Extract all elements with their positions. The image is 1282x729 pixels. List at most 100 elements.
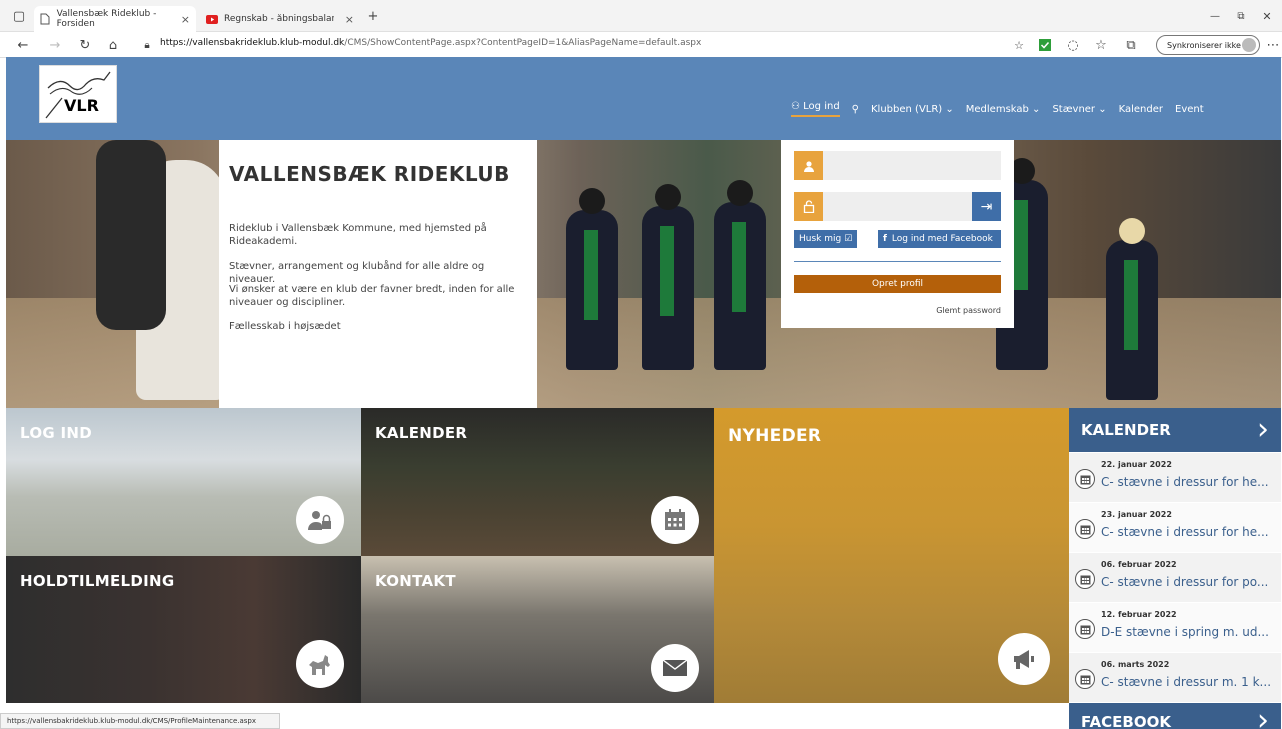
remember-me-button[interactable]: Husk mig ☑ [794, 230, 858, 248]
tab-vallensbaek[interactable]: Vallensbæk Rideklub - Forsiden × [34, 6, 196, 32]
user-icon: ⚇ [791, 101, 804, 112]
restore-icon[interactable]: ⧉ [1232, 7, 1250, 25]
nav-klubben[interactable]: Klubben (VLR) ⌄ [871, 104, 954, 115]
checkbox-icon: ☑ [844, 234, 853, 244]
tile-login[interactable]: LOG IND [6, 408, 361, 556]
youtube-icon [206, 13, 218, 25]
envelope-icon [651, 644, 699, 692]
calendar-event-item[interactable]: 06. marts 2022 C- stævne i dressur m. 1 … [1069, 653, 1281, 703]
intro-panel: VALLENSBÆK RIDEKLUB Rideklub i Vallensbæ… [219, 140, 537, 408]
extension-icon[interactable] [1036, 36, 1054, 54]
calendar-icon [1075, 569, 1095, 589]
rider-child [714, 180, 766, 370]
calendar-event-item[interactable]: 22. januar 2022 C- stævne i dressur for … [1069, 453, 1281, 503]
lock-icon[interactable]: 🔒︎ [138, 36, 156, 54]
address-bar: ← → ↻ ⌂ 🔒︎ https://vallensbakrideklub.kl… [0, 32, 1282, 58]
tile-title: KONTAKT [375, 572, 456, 590]
event-title[interactable]: C- stævne i dressur for he... [1101, 475, 1276, 489]
url-host: https://vallensbakrideklub.klub-modul.dk [160, 38, 345, 48]
calendar-event-item[interactable]: 06. februar 2022 C- stævne i dressur for… [1069, 553, 1281, 603]
nav-staevner[interactable]: Stævner ⌄ [1052, 104, 1106, 115]
rider-figure [96, 140, 166, 330]
calendar-event-item[interactable]: 23. januar 2022 C- stævne i dressur for … [1069, 503, 1281, 553]
event-date: 22. januar 2022 [1101, 460, 1172, 469]
home-icon[interactable]: ⌂ [104, 36, 122, 54]
user-lock-icon [296, 496, 344, 544]
event-date: 06. marts 2022 [1101, 660, 1170, 669]
logo-text: VLR [64, 96, 99, 115]
facebook-icon: f [883, 234, 887, 244]
intro-paragraph: Rideklub i Vallensbæk Kommune, med hjems… [229, 223, 487, 247]
search-icon[interactable]: ⚲ [852, 104, 859, 115]
tile-title: NYHEDER [728, 426, 822, 446]
close-icon[interactable]: × [181, 13, 190, 26]
url-field[interactable]: https://vallensbakrideklub.klub-modul.dk… [160, 38, 701, 48]
nav-login[interactable]: ⚇ Log ind [791, 101, 840, 117]
megaphone-icon [998, 633, 1050, 685]
collections-icon[interactable]: ⧉ [1122, 36, 1140, 54]
new-tab-button[interactable]: + [364, 7, 382, 25]
calendar-icon [1075, 519, 1095, 539]
window-close-icon[interactable]: ✕ [1258, 7, 1276, 25]
status-bar-url: https://vallensbakrideklub.klub-modul.dk… [0, 713, 280, 729]
favorites-icon[interactable]: ☆ [1092, 36, 1110, 54]
rider-child [1106, 218, 1158, 400]
chevron-right-icon[interactable]: › [1257, 412, 1269, 447]
site-logo[interactable]: VLR [39, 65, 117, 123]
site-title: VALLENSBÆK RIDEKLUB [229, 162, 510, 186]
circle-extension-icon[interactable]: ◌ [1064, 36, 1082, 54]
chevron-right-icon[interactable]: › [1257, 703, 1269, 729]
rider-child [566, 188, 618, 370]
calendar-icon [1075, 669, 1095, 689]
sync-button[interactable]: Synkroniserer ikke [1156, 35, 1260, 55]
nav-medlemskab[interactable]: Medlemskab ⌄ [966, 104, 1041, 115]
tile-title: HOLDTILMELDING [20, 572, 175, 590]
tile-nyheder[interactable]: NYHEDER [714, 408, 1069, 703]
facebook-login-button[interactable]: f Log ind med Facebook [878, 230, 1001, 248]
intro-paragraph: Fællesskab i højsædet [229, 321, 341, 332]
rider-child [642, 184, 694, 370]
tile-kontakt[interactable]: KONTAKT [361, 556, 714, 703]
event-title[interactable]: C- stævne i dressur for po... [1101, 575, 1276, 589]
calendar-icon [1075, 619, 1095, 639]
forgot-password-link[interactable]: Glemt password [936, 306, 1001, 315]
tab-label: Vallensbæk Rideklub - Forsiden [56, 9, 157, 29]
tile-holdtilmelding[interactable]: HOLDTILMELDING [6, 556, 361, 703]
close-icon[interactable]: × [345, 13, 354, 26]
lock-icon [794, 192, 823, 221]
event-title[interactable]: C- stævne i dressur m. 1 k... [1101, 675, 1276, 689]
tile-title: LOG IND [20, 424, 92, 442]
nav-event[interactable]: Event [1175, 104, 1204, 115]
event-title[interactable]: D-E stævne i spring m. ud... [1101, 625, 1276, 639]
refresh-icon[interactable]: ↻ [76, 36, 94, 54]
read-aloud-icon[interactable]: ☆ [1010, 36, 1028, 54]
minimize-icon[interactable]: — [1206, 7, 1224, 25]
tab-label: Regnskab - åbningsbalance - Yo [224, 14, 334, 24]
user-icon [794, 151, 823, 180]
sidebar-calendar-title: KALENDER [1081, 421, 1171, 439]
horse-logo-icon [45, 71, 111, 119]
tile-title: KALENDER [375, 424, 468, 442]
username-field[interactable] [794, 151, 1001, 180]
site-header: VLR ⚇ Log ind ⚲ Klubben (VLR) ⌄ Medlemsk… [6, 57, 1281, 140]
more-icon[interactable]: ⋯ [1264, 36, 1282, 54]
back-icon[interactable]: ← [14, 36, 32, 54]
sidebar-calendar-header[interactable]: KALENDER › [1069, 408, 1281, 452]
forward-icon[interactable]: → [46, 36, 64, 54]
tab-regnskab[interactable]: Regnskab - åbningsbalance - Yo × [200, 6, 360, 32]
create-profile-button[interactable]: Opret profil [794, 275, 1001, 293]
event-date: 12. februar 2022 [1101, 610, 1177, 619]
browser-tab-bar: ▢ Vallensbæk Rideklub - Forsiden × Regns… [0, 0, 1282, 32]
event-title[interactable]: C- stævne i dressur for he... [1101, 525, 1276, 539]
intro-paragraph: Vi ønsker at være en klub der favner bre… [229, 284, 515, 308]
nav-kalender[interactable]: Kalender [1119, 104, 1163, 115]
sidebar-facebook-header[interactable]: FACEBOOK › [1069, 703, 1281, 729]
password-field[interactable]: ⇥ [794, 192, 1001, 221]
calendar-event-item[interactable]: 12. februar 2022 D-E stævne i spring m. … [1069, 603, 1281, 653]
sign-in-icon[interactable]: ⇥ [972, 192, 1001, 221]
tab-actions-icon[interactable]: ▢ [10, 7, 28, 25]
sidebar-facebook-title: FACEBOOK [1081, 713, 1171, 729]
page-icon [40, 13, 51, 25]
tile-kalender[interactable]: KALENDER [361, 408, 714, 556]
url-path: /CMS/ShowContentPage.aspx?ContentPageID=… [344, 38, 702, 48]
